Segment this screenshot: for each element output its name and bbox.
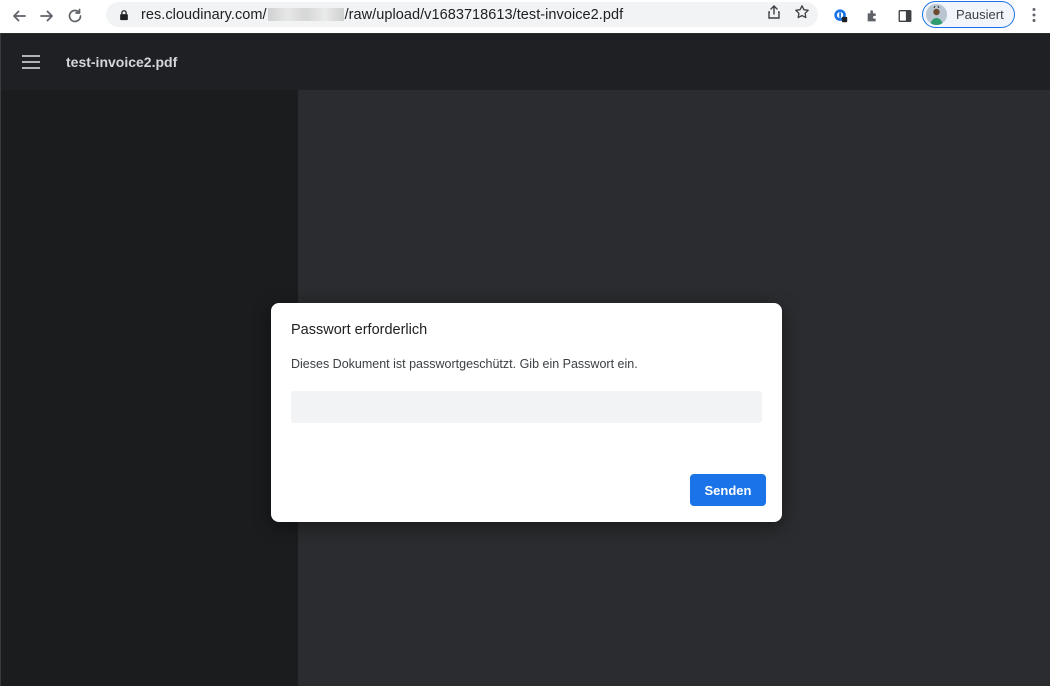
- back-button[interactable]: [5, 2, 33, 30]
- hamburger-icon[interactable]: [22, 52, 42, 72]
- redacted-segment: [267, 8, 344, 21]
- arrow-left-icon: [13, 10, 26, 22]
- avatar: [926, 4, 947, 25]
- url-host: res.cloudinary.com/: [141, 6, 267, 23]
- profile-button[interactable]: Pausiert: [922, 1, 1015, 28]
- submit-button[interactable]: Senden: [690, 474, 766, 506]
- lock-icon[interactable]: [118, 8, 132, 22]
- reload-button[interactable]: [61, 2, 89, 30]
- share-icon[interactable]: [766, 4, 782, 25]
- document-title: test-invoice2.pdf: [66, 54, 178, 70]
- forward-button[interactable]: [33, 2, 61, 30]
- browser-toolbar: res.cloudinary.com/ /raw/upload/v16837186…: [0, 0, 1050, 32]
- pdf-viewer-toolbar: test-invoice2.pdf: [0, 33, 1050, 90]
- password-dialog: Passwort erforderlich Dieses Dokument is…: [271, 303, 782, 522]
- address-bar[interactable]: res.cloudinary.com/ /raw/upload/v16837186…: [106, 2, 818, 27]
- dialog-title: Passwort erforderlich: [291, 322, 428, 338]
- password-manager-icon[interactable]: [830, 5, 852, 27]
- reload-icon: [68, 8, 82, 23]
- dialog-message: Dieses Dokument ist passwortgeschützt. G…: [291, 357, 638, 371]
- profile-status-label: Pausiert: [956, 7, 1004, 22]
- puzzle-icon[interactable]: [862, 5, 884, 27]
- url-path: /raw/upload/v1683718613/test-invoice2.pd…: [344, 6, 624, 23]
- side-panel-icon[interactable]: [894, 5, 916, 27]
- arrow-right-icon: [40, 10, 53, 22]
- kebab-menu-icon[interactable]: [1024, 4, 1044, 26]
- thumbnail-sidebar: [1, 90, 298, 686]
- url-text: res.cloudinary.com/ /raw/upload/v16837186…: [141, 7, 623, 23]
- password-input[interactable]: [291, 391, 762, 423]
- star-icon[interactable]: [794, 4, 810, 25]
